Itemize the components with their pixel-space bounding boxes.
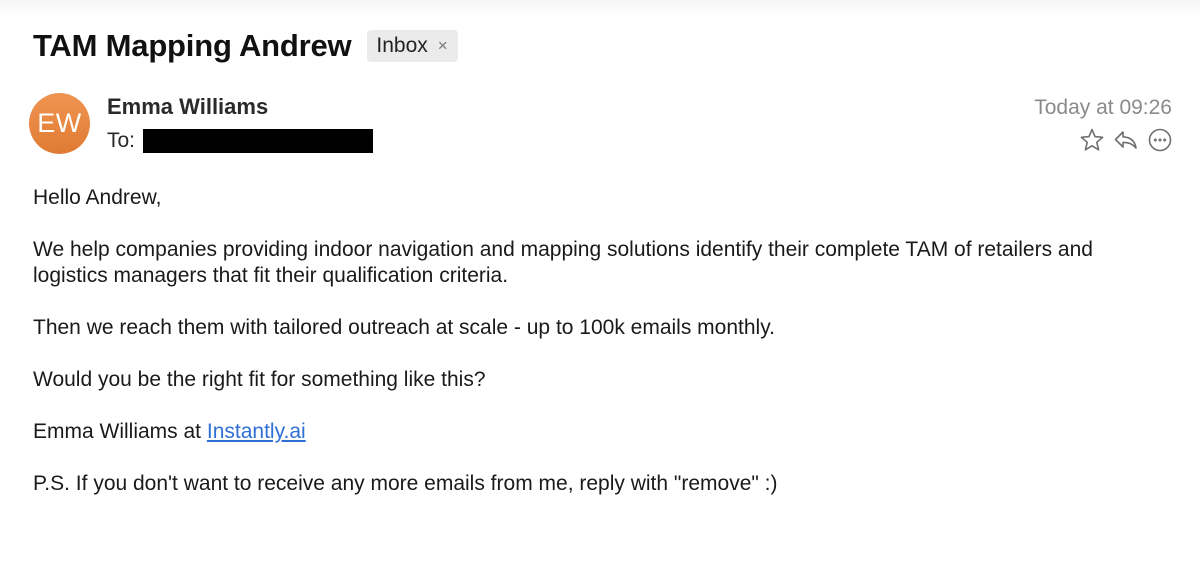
email-date: Today at 09:26 [1034, 96, 1172, 119]
mailbox-tag[interactable]: Inbox × [367, 30, 458, 62]
more-icon[interactable] [1146, 126, 1174, 154]
redacted-recipient [143, 129, 374, 153]
email-body: Hello Andrew, We help companies providin… [33, 185, 1173, 523]
email-viewer: TAM Mapping Andrew Inbox × EW Emma Willi… [0, 0, 1200, 576]
sender-name[interactable]: Emma Williams [107, 94, 268, 120]
signature: Emma Williams at Instantly.ai [33, 419, 1173, 445]
signature-link[interactable]: Instantly.ai [207, 420, 306, 443]
message-actions [1078, 126, 1174, 154]
recipient-row: To: [107, 129, 374, 153]
email-subject: TAM Mapping Andrew [33, 28, 352, 63]
signature-text: Emma Williams at [33, 420, 207, 443]
to-label: To: [107, 129, 136, 152]
body-paragraph: Then we reach them with tailored outreac… [33, 316, 775, 339]
star-icon[interactable] [1078, 126, 1106, 154]
body-paragraph: Would you be the right fit for something… [33, 368, 486, 391]
greeting: Hello Andrew, [33, 186, 162, 209]
avatar: EW [29, 93, 90, 154]
reply-icon[interactable] [1112, 126, 1140, 154]
subject-row: TAM Mapping Andrew Inbox × [33, 28, 458, 64]
mailbox-tag-label: Inbox [376, 34, 428, 57]
close-icon[interactable]: × [438, 36, 448, 56]
postscript: P.S. If you don't want to receive any mo… [33, 472, 778, 495]
body-paragraph: We help companies providing indoor navig… [33, 238, 1093, 287]
